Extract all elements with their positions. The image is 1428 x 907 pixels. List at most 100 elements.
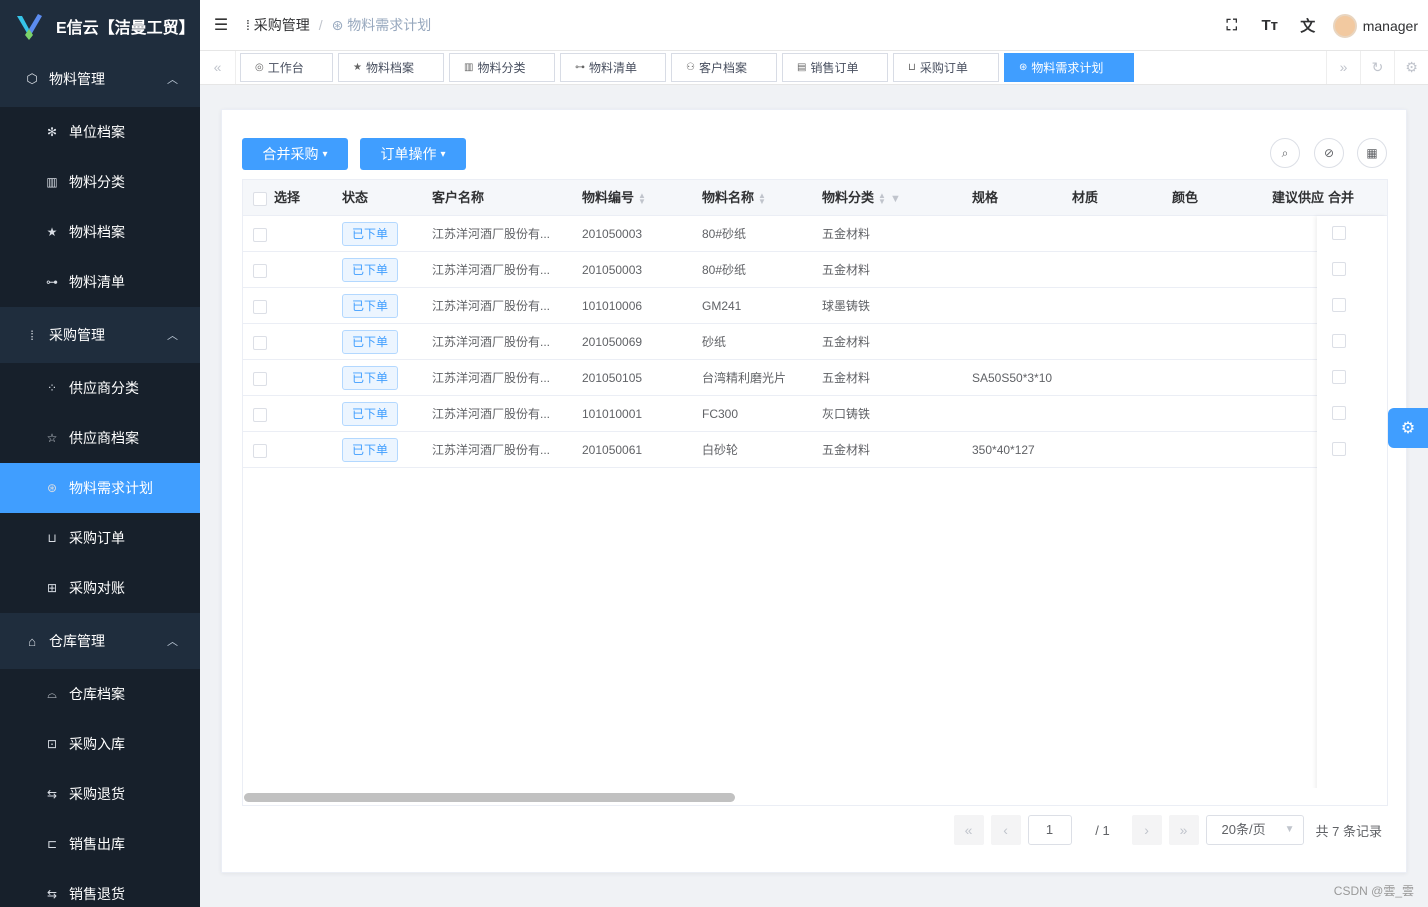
username[interactable]: manager — [1363, 18, 1418, 34]
sidebar-item[interactable]: ☆ 供应商档案 — [0, 413, 200, 463]
sidebar-item[interactable]: ▥ 物料分类 — [0, 157, 200, 207]
search-icon[interactable]: ⌕ — [1270, 138, 1300, 168]
sort-icon[interactable]: ▲ ▼ — [878, 191, 886, 205]
tab[interactable]: ◎ 工作台 — [240, 53, 333, 82]
font-size-icon[interactable]: Tт — [1251, 17, 1289, 34]
row-checkbox[interactable] — [253, 396, 267, 432]
merge-checkbox[interactable] — [1332, 324, 1346, 360]
return-icon: ⇆ — [46, 787, 58, 801]
status-cell: 已下单 — [342, 288, 399, 324]
filter-icon[interactable]: ▼ — [890, 193, 901, 205]
tab[interactable]: ⊛ 物料需求计划 — [1004, 53, 1134, 82]
merge-purchase-button[interactable]: 合并采购 ▾ — [242, 138, 348, 170]
tab[interactable]: ★ 物料档案 — [338, 53, 444, 82]
status-cell: 已下单 — [342, 396, 399, 432]
col-header-sortable[interactable]: 物料名称 ▲ ▼ — [702, 180, 766, 216]
row-checkbox[interactable] — [253, 216, 267, 252]
table-row[interactable]: 已下单 江苏洋河酒厂股份有... 201050003 80#砂纸 五金材料 — [243, 252, 1387, 288]
tab[interactable]: ▤ 销售订单 — [782, 53, 888, 82]
translate-icon[interactable]: 文 — [1289, 15, 1327, 36]
purchase-icon: ⁞ — [246, 17, 254, 33]
status-badge: 已下单 — [342, 294, 399, 318]
tags-scroll-left-icon[interactable]: « — [200, 51, 236, 84]
customer-cell: 江苏洋河酒厂股份有... — [432, 299, 551, 313]
sidebar-item[interactable]: ★ 物料档案 — [0, 207, 200, 257]
table-row[interactable]: 已下单 江苏洋河酒厂股份有... 201050061 白砂轮 五金材料 350*… — [243, 432, 1387, 468]
chevron-down-icon: ▾ — [322, 148, 328, 160]
sidebar-item[interactable]: ✻ 单位档案 — [0, 107, 200, 157]
fullscreen-icon[interactable]: ⛶ — [1213, 17, 1251, 34]
menu-group[interactable]: ⬡ 物料管理 ︿ — [0, 51, 200, 107]
tags-view: « ◎ 工作台 ★ 物料档案 ▥ 物料分类 ⊶ 物料清单 ⚇ 客户档案 ▤ 销售订单 ⊔ 采购订单 ⊛ 物料需… — [200, 51, 1428, 85]
name-cell: 80#砂纸 — [702, 263, 747, 277]
status-cell: 已下单 — [342, 432, 399, 468]
avatar[interactable] — [1332, 13, 1357, 38]
table-row[interactable]: 已下单 江苏洋河酒厂股份有... 101010006 GM241 球墨铸铁 — [243, 288, 1387, 324]
sort-icon[interactable]: ▲ ▼ — [758, 191, 766, 205]
category-cell: 五金材料 — [822, 371, 871, 385]
refresh-icon[interactable]: ↻ — [1360, 51, 1394, 84]
settings-gear-icon[interactable]: ⚙ — [1388, 408, 1428, 448]
col-header-sortable[interactable]: 物料编号 ▲ ▼ — [582, 180, 646, 216]
prev-page-icon[interactable]: ‹ — [990, 815, 1021, 845]
tab[interactable]: ⚇ 客户档案 — [671, 53, 777, 82]
page-input[interactable]: 1 — [1027, 815, 1072, 845]
order-icon: ⊔ — [908, 62, 916, 73]
table-row[interactable]: 已下单 江苏洋河酒厂股份有... 201050069 砂纸 五金材料 — [243, 324, 1387, 360]
sidebar-item[interactable]: ⇆ 销售退货 — [0, 869, 200, 907]
merge-checkbox[interactable] — [1332, 432, 1346, 468]
sidebar-item[interactable]: ⇆ 采购退货 — [0, 769, 200, 819]
merge-checkbox[interactable] — [1332, 288, 1346, 324]
tab[interactable]: ⊶ 物料清单 — [560, 53, 666, 82]
name-cell: 砂纸 — [702, 335, 727, 349]
sidebar-item[interactable]: ⊡ 采购入库 — [0, 719, 200, 769]
horizontal-scrollbar[interactable] — [243, 788, 1387, 805]
cube-icon: ⬡ — [26, 71, 38, 86]
filter-clear-icon[interactable]: ⊘ — [1314, 138, 1344, 168]
columns-icon[interactable]: ▦ — [1357, 138, 1387, 168]
menu-group[interactable]: ⌂ 仓库管理 ︿ — [0, 613, 200, 669]
table-row[interactable]: 已下单 江苏洋河酒厂股份有... 201050003 80#砂纸 五金材料 — [243, 216, 1387, 252]
merge-checkbox[interactable] — [1332, 360, 1346, 396]
row-checkbox[interactable] — [253, 432, 267, 468]
sidebar-item[interactable]: ⌓ 仓库档案 — [0, 669, 200, 719]
order-icon: ⊔ — [47, 531, 57, 545]
table-row[interactable]: 已下单 江苏洋河酒厂股份有... 101010001 FC300 灰口铸铁 — [243, 396, 1387, 432]
select-all-checkbox[interactable] — [253, 180, 267, 216]
scrollbar-thumb[interactable] — [244, 793, 735, 802]
row-checkbox[interactable] — [253, 324, 267, 360]
sidebar-item[interactable]: ⊛ 物料需求计划 — [0, 463, 200, 513]
row-checkbox[interactable] — [253, 252, 267, 288]
name-cell: 80#砂纸 — [702, 227, 747, 241]
last-page-icon[interactable]: » — [1168, 815, 1199, 845]
sidebar-item[interactable]: ⊞ 采购对账 — [0, 563, 200, 613]
row-checkbox[interactable] — [253, 360, 267, 396]
sidebar-item[interactable]: ⊶ 物料清单 — [0, 257, 200, 307]
menu-group[interactable]: ⁞ 采购管理 ︿ — [0, 307, 200, 363]
sidebar-item[interactable]: ⁘ 供应商分类 — [0, 363, 200, 413]
merge-checkbox[interactable] — [1332, 252, 1346, 288]
sidebar-item[interactable]: ⊔ 采购订单 — [0, 513, 200, 563]
table-header: 选择 状态 客户名称 物料编号 ▲ ▼ 物料名称 ▲ ▼ 物料分类 ▲ ▼ ▼ 规格 材质 颜… — [243, 180, 1387, 216]
status-badge: 已下单 — [342, 402, 399, 426]
sidebar-item[interactable]: ⊏ 销售出库 — [0, 819, 200, 869]
first-page-icon[interactable]: « — [953, 815, 984, 845]
breadcrumb-item[interactable]: ⁞ 采购管理 — [246, 15, 310, 35]
table-row[interactable]: 已下单 江苏洋河酒厂股份有... 201050105 台湾精利磨光片 五金材料 … — [243, 360, 1387, 396]
merge-checkbox[interactable] — [1332, 216, 1346, 252]
gear-icon[interactable]: ⚙ — [1394, 51, 1428, 84]
menu-toggle-icon[interactable]: ☰ — [202, 15, 240, 35]
merge-checkbox[interactable] — [1332, 396, 1346, 432]
page-size-select[interactable]: 20条/页 ▼ — [1205, 815, 1304, 845]
col-header-sortable[interactable]: 物料分类 ▲ ▼ ▼ — [822, 180, 901, 216]
row-checkbox[interactable] — [253, 288, 267, 324]
name-cell: FC300 — [702, 407, 739, 421]
next-page-icon[interactable]: › — [1131, 815, 1162, 845]
sort-icon[interactable]: ▲ ▼ — [638, 191, 646, 205]
aperture-icon: ⊛ — [46, 481, 58, 495]
tab[interactable]: ▥ 物料分类 — [449, 53, 555, 82]
tags-scroll-right-icon[interactable]: » — [1326, 51, 1360, 84]
order-actions-button[interactable]: 订单操作 ▾ — [360, 138, 466, 170]
chevron-up-icon: ︿ — [167, 74, 178, 86]
tab[interactable]: ⊔ 采购订单 — [893, 53, 999, 82]
